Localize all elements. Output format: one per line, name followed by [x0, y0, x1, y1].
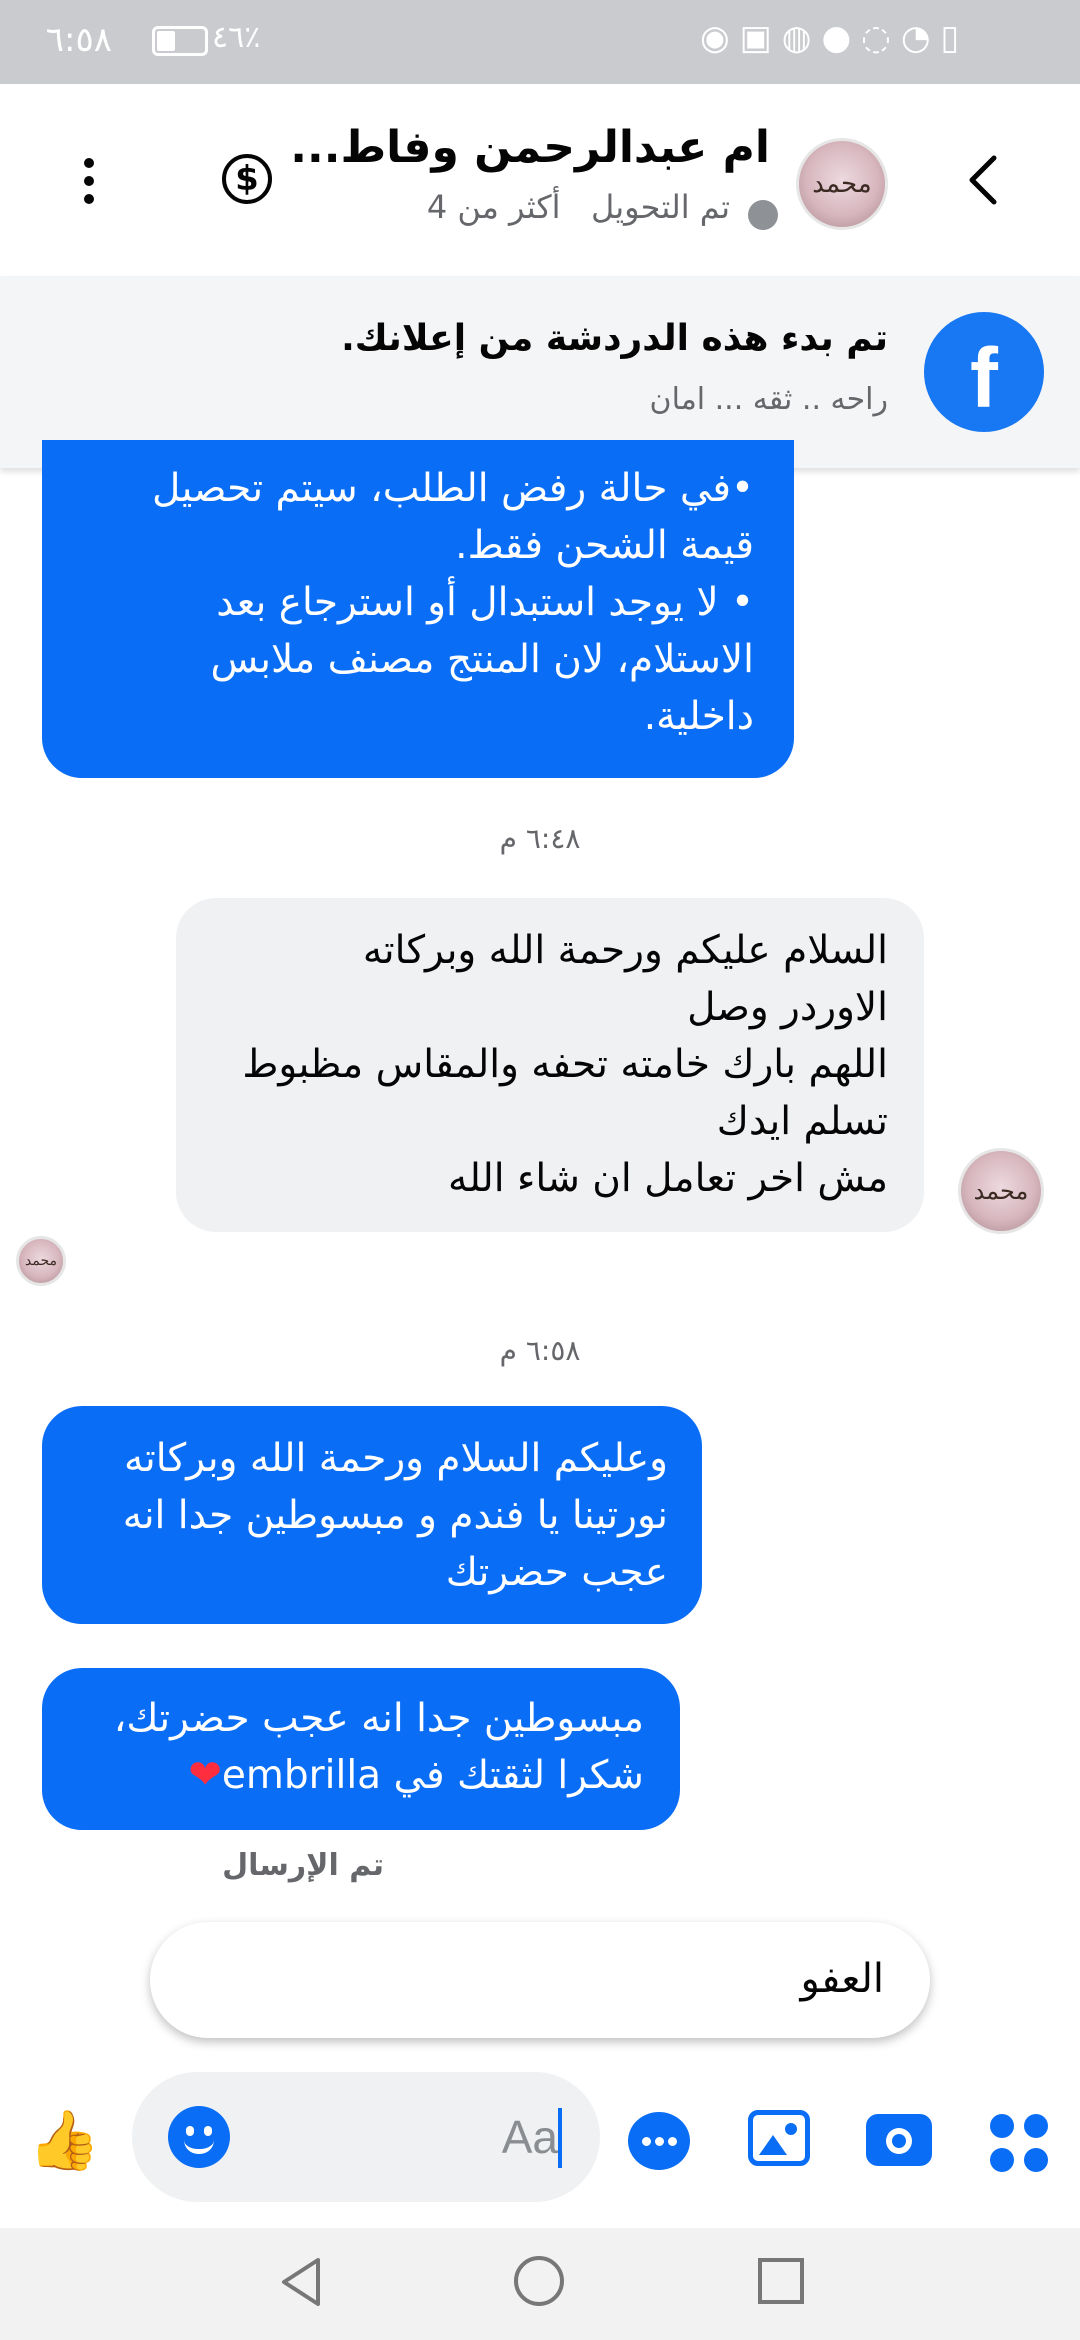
more-apps-icon[interactable]	[990, 2114, 1050, 2174]
wifi-icon: ◔	[900, 18, 941, 58]
heart-emoji: ❤	[188, 1752, 222, 1798]
alert-icon: ▯	[940, 18, 970, 58]
nav-home-icon[interactable]	[514, 2256, 564, 2306]
incoming-message[interactable]: السلام عليكم ورحمة الله وبركاته الاوردر …	[176, 898, 924, 1232]
nav-back-icon[interactable]	[276, 2254, 326, 2310]
chat-bubble-icon[interactable]	[628, 2112, 690, 2170]
sender-avatar: محمد	[958, 1148, 1044, 1234]
text-cursor	[558, 2108, 562, 2168]
ad-banner-title: تم بدء هذه الدردشة من إعلانك.	[341, 318, 888, 359]
contact-name[interactable]: ام عبدالرحمن وفاط...	[290, 122, 770, 173]
snapchat-icon: ◉	[700, 18, 740, 58]
message-placeholder: Aa	[501, 2111, 558, 2163]
payment-dollar-icon[interactable]: $	[222, 154, 272, 204]
chat-header	[0, 84, 1080, 274]
sent-status: تم الإرسال	[222, 1848, 384, 1883]
thumbs-up-icon[interactable]: 👍	[28, 2108, 100, 2172]
photo-icon: ◍	[781, 18, 822, 58]
outgoing-message[interactable]: مبسوطين جدا انه عجب حضرتك، شكرا لثقتك في…	[42, 1668, 680, 1830]
quick-reply-label: العفو	[800, 1956, 885, 2002]
timestamp: ٦:٤٨ م	[499, 822, 581, 855]
facebook-logo-icon: f	[924, 312, 1044, 432]
whatsapp-icon: ◌	[861, 18, 901, 58]
camera-icon[interactable]	[866, 2114, 932, 2166]
notification-icons: ◉▣◍●◌◔▯	[700, 18, 969, 58]
battery-icon	[152, 26, 208, 56]
timestamp: ٦:٥٨ م	[499, 1334, 581, 1367]
status-dot-icon	[748, 200, 778, 230]
emoji-icon[interactable]	[168, 2106, 230, 2168]
outgoing-message[interactable]: وعليكم السلام ورحمة الله وبركاته نورتينا…	[42, 1406, 702, 1624]
contact-status: تم التحويل أكثر من 4	[426, 188, 730, 226]
nav-recents-icon[interactable]	[758, 2258, 804, 2304]
instagram-icon: ▣	[739, 18, 782, 58]
quick-reply-chip[interactable]: العفو	[150, 1922, 930, 2038]
ad-banner-subtitle: راحه .. ثقه ... امان	[649, 382, 888, 417]
back-arrow-icon[interactable]	[962, 150, 1002, 210]
battery-percent: ٤٦٪	[212, 20, 261, 55]
more-options-icon[interactable]	[84, 158, 96, 208]
status-time: ٦:٥٨	[45, 20, 112, 60]
gallery-icon[interactable]	[748, 2110, 810, 2166]
contact-avatar[interactable]: محمد	[796, 138, 888, 230]
outgoing-message[interactable]: •في حالة رفض الطلب، سيتم تحصيل قيمة الشح…	[42, 440, 794, 778]
seen-avatar: محمد	[16, 1236, 66, 1286]
facebook-icon: ●	[821, 18, 862, 58]
